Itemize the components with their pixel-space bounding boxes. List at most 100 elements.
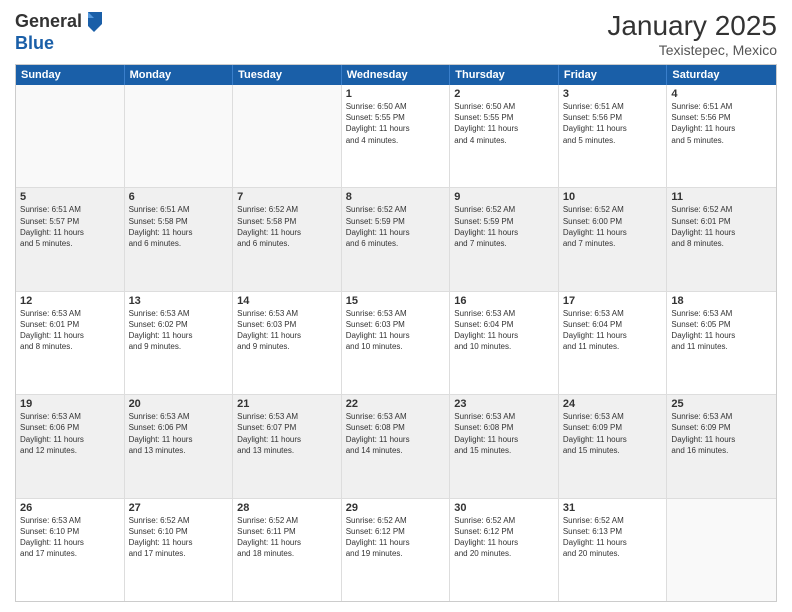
cell-line: Sunrise: 6:51 AM [563,102,624,111]
cell-line: Daylight: 11 hours [563,538,627,547]
day-number: 4 [671,88,772,100]
cell-line: Sunrise: 6:52 AM [671,205,732,214]
cell-text: Sunrise: 6:52 AMSunset: 5:59 PMDaylight:… [346,204,446,249]
cell-line: and 14 minutes. [346,446,403,455]
cell-line: Sunset: 5:55 PM [454,113,513,122]
cell-line: and 7 minutes. [563,239,615,248]
cell-line: Daylight: 11 hours [346,538,410,547]
cell-text: Sunrise: 6:52 AMSunset: 6:13 PMDaylight:… [563,515,663,560]
cell-line: and 7 minutes. [454,239,506,248]
cell-line: and 17 minutes. [20,549,77,558]
cell-line: Daylight: 11 hours [20,331,84,340]
calendar-cell: 24Sunrise: 6:53 AMSunset: 6:09 PMDayligh… [559,395,668,497]
header: General Blue January 2025 Texistepec, Me… [15,10,777,58]
calendar-cell: 6Sunrise: 6:51 AMSunset: 5:58 PMDaylight… [125,188,234,290]
header-wednesday: Wednesday [342,65,451,85]
cell-line: Sunrise: 6:53 AM [129,412,190,421]
day-number: 7 [237,191,337,203]
cell-line: and 9 minutes. [237,342,289,351]
cell-line: Sunrise: 6:53 AM [237,412,298,421]
cell-line: Sunrise: 6:53 AM [454,412,515,421]
calendar: Sunday Monday Tuesday Wednesday Thursday… [15,64,777,602]
cell-line: Daylight: 11 hours [346,124,410,133]
logo: General Blue [15,10,104,54]
cell-line: and 20 minutes. [563,549,620,558]
cell-line: and 18 minutes. [237,549,294,558]
cell-line: Sunrise: 6:53 AM [20,412,81,421]
cell-line: Sunrise: 6:53 AM [671,412,732,421]
header-thursday: Thursday [450,65,559,85]
day-number: 14 [237,295,337,307]
cell-line: Sunrise: 6:52 AM [237,205,298,214]
cell-line: Sunset: 6:02 PM [129,320,188,329]
calendar-cell [667,499,776,601]
calendar-cell: 19Sunrise: 6:53 AMSunset: 6:06 PMDayligh… [16,395,125,497]
cell-line: and 19 minutes. [346,549,403,558]
cell-line: Sunset: 5:58 PM [237,217,296,226]
cell-line: and 10 minutes. [346,342,403,351]
day-number: 11 [671,191,772,203]
calendar-cell: 29Sunrise: 6:52 AMSunset: 6:12 PMDayligh… [342,499,451,601]
cell-line: Sunset: 6:09 PM [671,423,730,432]
cell-line: Sunrise: 6:53 AM [237,309,298,318]
cell-line: Sunset: 5:59 PM [346,217,405,226]
day-number: 5 [20,191,120,203]
cell-line: Sunset: 6:06 PM [129,423,188,432]
cell-line: Daylight: 11 hours [129,435,193,444]
day-number: 18 [671,295,772,307]
cell-text: Sunrise: 6:53 AM Sunset: 6:06 PM Daylight:… [129,411,229,456]
day-number: 6 [129,191,229,203]
cell-line: Sunrise: 6:51 AM [671,102,732,111]
cell-text: Sunrise: 6:52 AM Sunset: 6:11 PM Daylight:… [237,515,337,560]
cell-line: and 6 minutes. [237,239,289,248]
cell-line: Daylight: 11 hours [671,228,735,237]
cell-line: Sunset: 5:55 PM [346,113,405,122]
day-number: 15 [346,295,446,307]
calendar-cell: 15Sunrise: 6:53 AMSunset: 6:03 PMDayligh… [342,292,451,394]
cell-text: Sunrise: 6:53 AMSunset: 6:08 PMDaylight:… [454,411,554,456]
cell-line: Sunset: 6:08 PM [346,423,405,432]
cell-text: Sunrise: 6:53 AMSunset: 6:01 PMDaylight:… [20,308,120,353]
cell-line: and 4 minutes. [454,136,506,145]
cell-text: Sunrise: 6:51 AMSunset: 5:56 PMDaylight:… [671,101,772,146]
cell-line: and 6 minutes. [129,239,181,248]
cell-line: Sunset: 6:01 PM [671,217,730,226]
cell-text: Sunrise: 6:52 AMSunset: 5:59 PMDaylight:… [454,204,554,249]
cell-line: Sunset: 6:09 PM [563,423,622,432]
cell-line: Sunrise: 6:52 AM [563,516,624,525]
day-number: 1 [346,88,446,100]
day-number: 9 [454,191,554,203]
cell-line: and 16 minutes. [671,446,728,455]
cell-line: Daylight: 11 hours [237,228,301,237]
cell-text: Sunrise: 6:53 AMSunset: 6:09 PMDaylight:… [671,411,772,456]
cell-text: Sunrise: 6:52 AM Sunset: 6:01 PM Daylight:… [671,204,772,249]
cell-line: and 6 minutes. [346,239,398,248]
header-friday: Friday [559,65,668,85]
header-sunday: Sunday [16,65,125,85]
cell-line: and 11 minutes. [671,342,727,351]
cell-line: Sunset: 6:10 PM [20,527,79,536]
day-number: 28 [237,502,337,514]
day-number: 3 [563,88,663,100]
cell-line: Sunrise: 6:53 AM [20,516,81,525]
calendar-cell: 2Sunrise: 6:50 AMSunset: 5:55 PMDaylight… [450,85,559,187]
calendar-cell: 11 Sunrise: 6:52 AM Sunset: 6:01 PM Dayligh… [667,188,776,290]
cell-line: Daylight: 11 hours [454,435,518,444]
day-number: 12 [20,295,120,307]
cell-text: Sunrise: 6:50 AMSunset: 5:55 PMDaylight:… [346,101,446,146]
cell-line: Daylight: 11 hours [129,538,193,547]
cell-line: Sunrise: 6:52 AM [237,516,298,525]
cell-text: Sunrise: 6:53 AMSunset: 6:05 PMDaylight:… [671,308,772,353]
cell-line: Sunrise: 6:51 AM [129,205,190,214]
calendar-cell: 7 Sunrise: 6:52 AM Sunset: 5:58 PM Daylight… [233,188,342,290]
calendar-cell: 21Sunrise: 6:53 AMSunset: 6:07 PMDayligh… [233,395,342,497]
day-number: 16 [454,295,554,307]
cell-line: Sunset: 6:11 PM [237,527,296,536]
day-number: 17 [563,295,663,307]
cell-text: Sunrise: 6:53 AMSunset: 6:08 PMDaylight:… [346,411,446,456]
cell-line: Daylight: 11 hours [563,124,627,133]
day-number: 2 [454,88,554,100]
cell-line: Daylight: 11 hours [237,538,301,547]
calendar-cell: 10Sunrise: 6:52 AMSunset: 6:00 PMDayligh… [559,188,668,290]
calendar-row: 5Sunrise: 6:51 AMSunset: 5:57 PMDaylight… [16,187,776,290]
